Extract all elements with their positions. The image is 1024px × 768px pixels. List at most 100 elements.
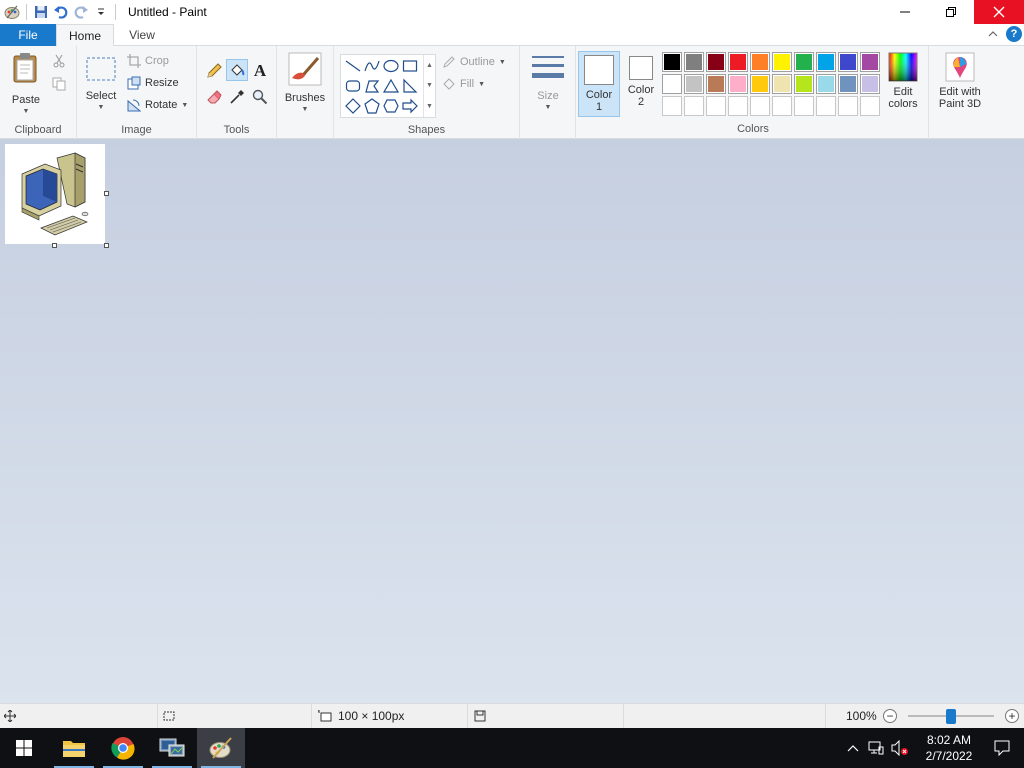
paint-app-icon[interactable] bbox=[2, 2, 22, 22]
shape-rectangle-icon[interactable] bbox=[400, 56, 420, 76]
canvas-workspace[interactable] bbox=[0, 139, 1024, 703]
help-icon[interactable]: ? bbox=[1006, 26, 1022, 42]
palette-color-swatch[interactable] bbox=[860, 52, 880, 72]
shape-line-icon[interactable] bbox=[343, 56, 363, 76]
resize-handle-right[interactable] bbox=[104, 191, 109, 196]
resize-handle-corner[interactable] bbox=[104, 243, 109, 248]
palette-color-swatch[interactable] bbox=[816, 74, 836, 94]
gallery-expand-icon[interactable]: ▼ bbox=[426, 103, 433, 110]
shape-hexagon-icon[interactable] bbox=[381, 96, 401, 116]
text-tool-icon[interactable]: A bbox=[249, 60, 271, 82]
shape-rounded-rectangle-icon[interactable] bbox=[343, 76, 363, 96]
cut-icon[interactable] bbox=[48, 50, 70, 72]
palette-color-swatch[interactable] bbox=[794, 52, 814, 72]
shape-triangle-icon[interactable] bbox=[381, 76, 401, 96]
volume-muted-icon[interactable] bbox=[888, 740, 912, 756]
palette-color-swatch[interactable] bbox=[772, 52, 792, 72]
crop-button[interactable]: Crop bbox=[127, 54, 169, 68]
title-separator bbox=[115, 4, 116, 20]
palette-custom-slot[interactable] bbox=[706, 96, 726, 116]
taskbar-paint[interactable] bbox=[197, 728, 245, 768]
palette-color-swatch[interactable] bbox=[662, 74, 682, 94]
rotate-button[interactable]: Rotate ▼ bbox=[127, 98, 188, 112]
resize-handle-bottom[interactable] bbox=[52, 243, 57, 248]
restore-button[interactable] bbox=[928, 0, 974, 24]
outline-button[interactable]: Outline ▼ bbox=[442, 55, 506, 69]
tab-file[interactable]: File bbox=[0, 24, 56, 46]
pencil-icon[interactable] bbox=[203, 60, 225, 82]
select-button[interactable]: Select ▼ bbox=[83, 56, 119, 114]
taskbar-file-explorer[interactable] bbox=[50, 728, 98, 768]
folder-icon bbox=[63, 741, 85, 757]
resize-button[interactable]: Resize bbox=[127, 76, 179, 90]
palette-color-swatch[interactable] bbox=[684, 52, 704, 72]
zoom-out-button[interactable]: − bbox=[883, 709, 897, 723]
minimize-button[interactable] bbox=[882, 0, 928, 24]
palette-custom-slot[interactable] bbox=[860, 96, 880, 116]
fill-button[interactable]: Fill ▼ bbox=[442, 77, 485, 91]
palette-color-swatch[interactable] bbox=[706, 74, 726, 94]
close-button[interactable] bbox=[974, 0, 1024, 24]
color-picker-icon[interactable] bbox=[226, 86, 248, 108]
copy-icon[interactable] bbox=[48, 73, 70, 95]
tab-home[interactable]: Home bbox=[56, 24, 114, 47]
palette-color-swatch[interactable] bbox=[750, 74, 770, 94]
palette-custom-slot[interactable] bbox=[728, 96, 748, 116]
save-icon[interactable] bbox=[31, 2, 51, 22]
palette-color-swatch[interactable] bbox=[772, 74, 792, 94]
taskbar-clock[interactable]: 8:02 AM 2/7/2022 bbox=[918, 732, 980, 764]
redo-icon[interactable] bbox=[71, 2, 91, 22]
show-hidden-icons-icon[interactable] bbox=[842, 744, 864, 752]
action-center-icon[interactable] bbox=[980, 740, 1024, 756]
edit-with-paint3d-button[interactable]: Edit with Paint 3D bbox=[934, 52, 986, 110]
shape-pentagon-icon[interactable] bbox=[362, 96, 382, 116]
palette-color-swatch[interactable] bbox=[728, 52, 748, 72]
scroll-down-icon[interactable]: ▼ bbox=[426, 82, 433, 89]
zoom-slider-thumb[interactable] bbox=[946, 709, 956, 724]
palette-custom-slot[interactable] bbox=[662, 96, 682, 116]
shape-right-triangle-icon[interactable] bbox=[400, 76, 420, 96]
shape-right-arrow-icon[interactable] bbox=[400, 96, 420, 116]
customize-qat-icon[interactable] bbox=[91, 2, 111, 22]
shape-curve-icon[interactable] bbox=[362, 56, 382, 76]
network-icon[interactable] bbox=[864, 741, 888, 755]
palette-color-swatch[interactable] bbox=[860, 74, 880, 94]
shape-oval-icon[interactable] bbox=[381, 56, 401, 76]
fill-bucket-icon[interactable] bbox=[226, 59, 248, 81]
shape-diamond-icon[interactable] bbox=[343, 96, 363, 116]
palette-color-swatch[interactable] bbox=[662, 52, 682, 72]
paste-button[interactable]: Paste ▼ bbox=[6, 52, 46, 118]
palette-color-swatch[interactable] bbox=[706, 52, 726, 72]
taskbar-remote-desktop[interactable] bbox=[148, 728, 196, 768]
shape-polygon-icon[interactable] bbox=[362, 76, 382, 96]
palette-color-swatch[interactable] bbox=[728, 74, 748, 94]
taskbar-chrome[interactable] bbox=[99, 728, 147, 768]
edit-colors-button[interactable]: Edit colors bbox=[884, 52, 922, 110]
undo-icon[interactable] bbox=[51, 2, 71, 22]
palette-color-swatch[interactable] bbox=[750, 52, 770, 72]
magnifier-icon[interactable] bbox=[249, 86, 271, 108]
zoom-in-button[interactable]: + bbox=[1005, 709, 1019, 723]
brushes-button[interactable]: Brushes ▼ bbox=[283, 52, 327, 116]
palette-custom-slot[interactable] bbox=[794, 96, 814, 116]
palette-custom-slot[interactable] bbox=[838, 96, 858, 116]
palette-custom-slot[interactable] bbox=[772, 96, 792, 116]
palette-custom-slot[interactable] bbox=[816, 96, 836, 116]
palette-color-swatch[interactable] bbox=[838, 52, 858, 72]
shapes-scrollbar[interactable]: ▲ ▼ ▼ bbox=[423, 55, 435, 117]
size-button[interactable]: Size ▼ bbox=[528, 54, 568, 114]
color2-button[interactable]: Color 2 bbox=[622, 56, 660, 108]
eraser-icon[interactable] bbox=[203, 86, 225, 108]
palette-custom-slot[interactable] bbox=[750, 96, 770, 116]
palette-color-swatch[interactable] bbox=[794, 74, 814, 94]
drawing-canvas[interactable] bbox=[5, 144, 105, 244]
start-button[interactable] bbox=[0, 728, 48, 768]
palette-custom-slot[interactable] bbox=[684, 96, 704, 116]
tab-view[interactable]: View bbox=[118, 24, 166, 46]
palette-color-swatch[interactable] bbox=[838, 74, 858, 94]
collapse-ribbon-icon[interactable] bbox=[988, 27, 998, 41]
palette-color-swatch[interactable] bbox=[684, 74, 704, 94]
scroll-up-icon[interactable]: ▲ bbox=[426, 62, 433, 69]
color1-button[interactable]: Color 1 bbox=[578, 51, 620, 117]
palette-color-swatch[interactable] bbox=[816, 52, 836, 72]
